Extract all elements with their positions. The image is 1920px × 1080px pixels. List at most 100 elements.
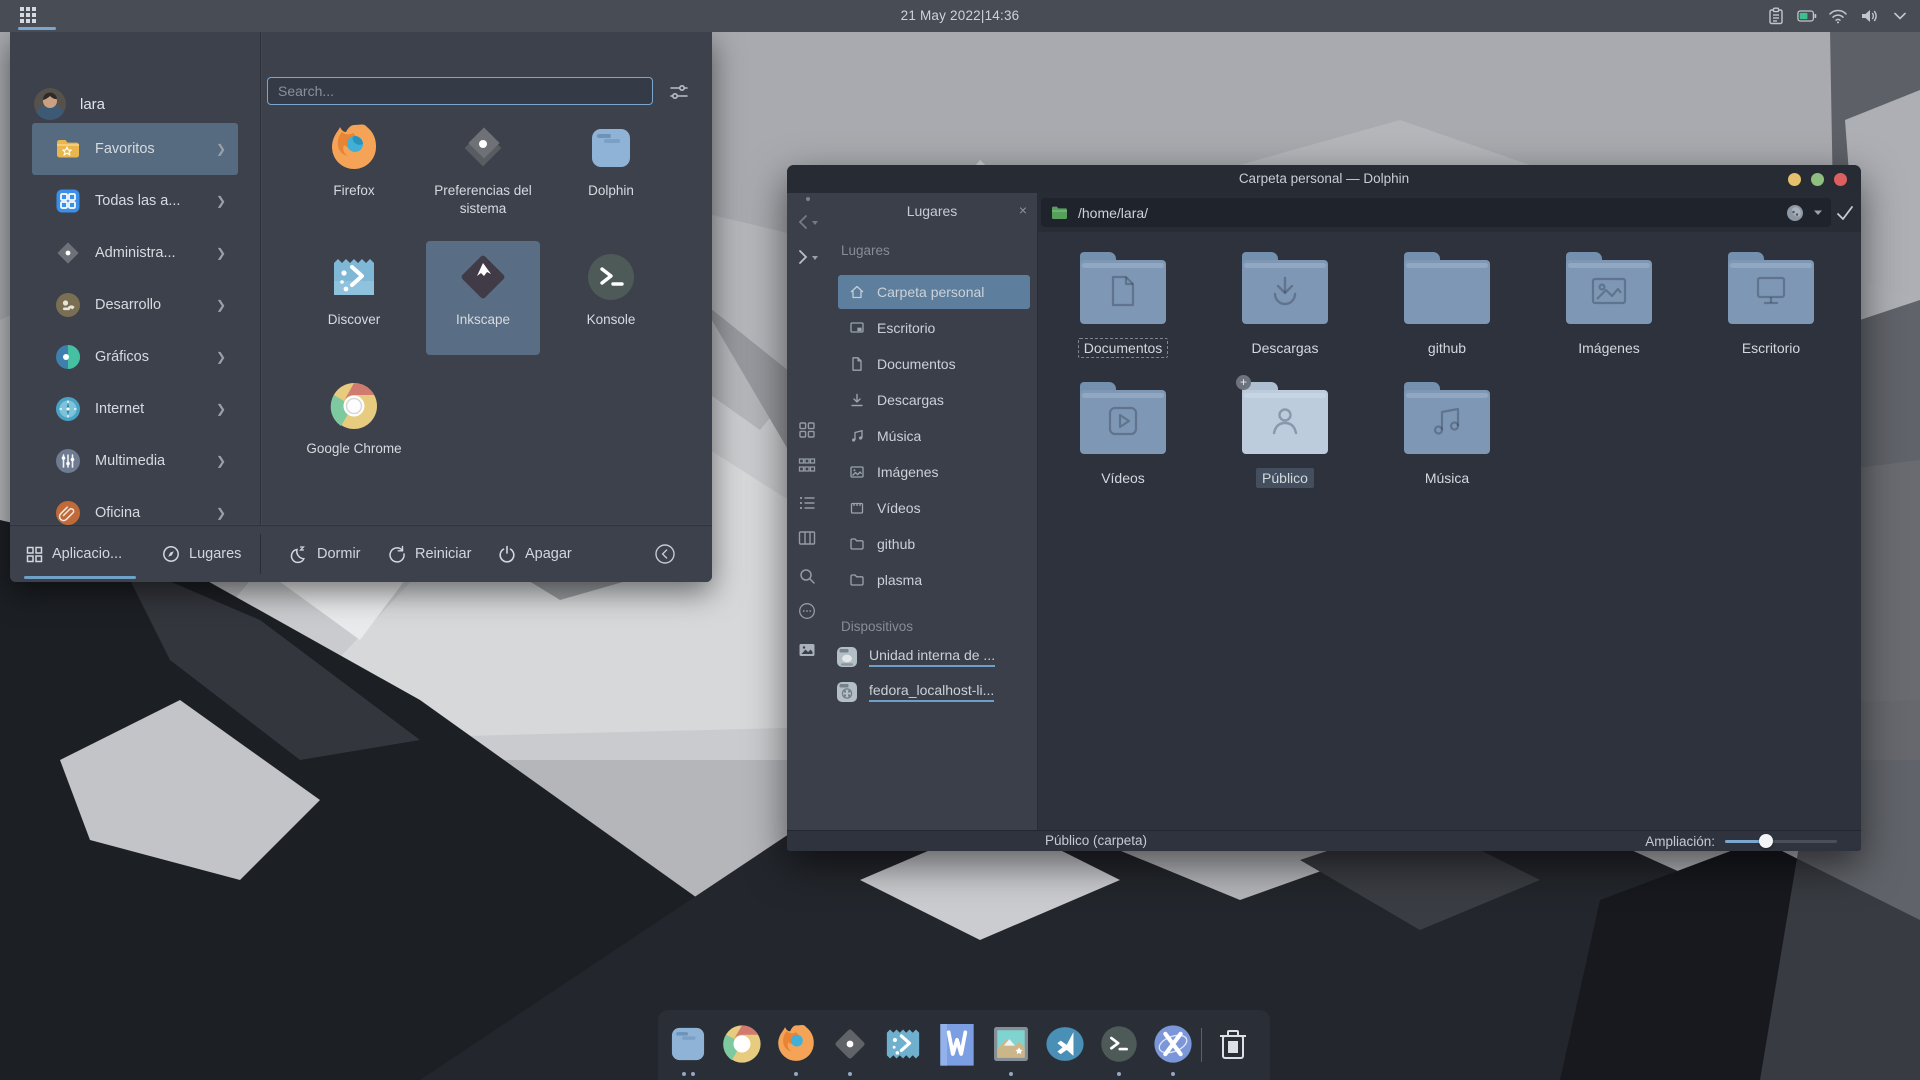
preview-icon[interactable]	[798, 641, 816, 659]
monitor-glyph-icon	[1751, 272, 1791, 310]
category-multimedia[interactable]: Multimedia ❯	[10, 435, 260, 487]
folder-musica[interactable]: Música	[1372, 382, 1522, 488]
volume-icon[interactable]	[1859, 6, 1879, 26]
app-google-chrome[interactable]: Google Chrome	[297, 370, 411, 484]
office-icon	[55, 500, 81, 526]
app-dolphin[interactable]: Dolphin	[554, 112, 668, 226]
place-descargas[interactable]: Descargas	[838, 383, 1030, 417]
dock-google-chrome[interactable]	[719, 1021, 765, 1067]
dock-konsole[interactable]	[1096, 1021, 1142, 1067]
location-bar[interactable]: /home/lara/	[1041, 198, 1831, 227]
maximize-button[interactable]	[1811, 173, 1824, 186]
close-panel-icon[interactable]: ×	[1019, 193, 1027, 229]
konsole-icon	[585, 251, 637, 303]
user-avatar[interactable]	[34, 88, 66, 120]
dolphin-icon	[585, 122, 637, 174]
category-internet[interactable]: Internet ❯	[10, 383, 260, 435]
wifi-icon[interactable]	[1828, 6, 1848, 26]
folder-icon	[849, 536, 865, 552]
running-indicator	[794, 1072, 798, 1076]
folder-videos[interactable]: Vídeos	[1048, 382, 1198, 488]
category-todas-las-aplicaciones[interactable]: Todas las a... ❯	[10, 175, 260, 227]
app-inkscape[interactable]: Inkscape	[426, 241, 540, 355]
accept-location-icon[interactable]	[1833, 201, 1857, 225]
category-graficos[interactable]: Gráficos ❯	[10, 331, 260, 383]
more-options-icon[interactable]	[798, 602, 816, 620]
running-indicator	[1117, 1072, 1121, 1076]
dock-dolphin[interactable]	[665, 1021, 711, 1067]
search-input[interactable]	[267, 77, 653, 105]
place-plasma[interactable]: plasma	[838, 563, 1030, 597]
app-preferencias-del-sistema[interactable]: Preferencias del sistema	[426, 112, 540, 226]
sleep-button[interactable]: Dormir	[288, 526, 361, 582]
chevron-right-icon: ❯	[216, 350, 226, 364]
restart-button[interactable]: Reiniciar	[388, 526, 471, 582]
category-administracion[interactable]: Administra... ❯	[10, 227, 260, 279]
dock-x11-app[interactable]	[1150, 1021, 1196, 1067]
dock-discover[interactable]	[880, 1021, 926, 1067]
category-favoritos[interactable]: Favoritos ❯	[10, 123, 260, 175]
tab-lugares[interactable]: Lugares	[162, 526, 241, 582]
select-toggle-badge[interactable]: +	[1236, 375, 1251, 390]
folder-documentos[interactable]: Documentos	[1048, 252, 1198, 358]
folder-escritorio[interactable]: Escritorio	[1696, 252, 1846, 358]
place-documentos[interactable]: Documentos	[838, 347, 1030, 381]
device-fedora-localhost[interactable]: fedora_localhost-li...	[835, 680, 994, 704]
app-konsole[interactable]: Konsole	[554, 241, 668, 355]
shutdown-button[interactable]: Apagar	[498, 526, 572, 582]
icons-view-icon[interactable]	[798, 421, 816, 439]
running-indicator	[848, 1072, 852, 1076]
minimize-button[interactable]	[1788, 173, 1801, 186]
close-button[interactable]	[1834, 173, 1847, 186]
place-imagenes[interactable]: Imágenes	[838, 455, 1030, 489]
split-view-icon[interactable]	[798, 529, 816, 547]
place-videos[interactable]: Vídeos	[838, 491, 1030, 525]
dock-writer[interactable]	[934, 1021, 980, 1067]
category-desarrollo[interactable]: Desarrollo ❯	[10, 279, 260, 331]
battery-icon[interactable]	[1797, 6, 1817, 26]
clipboard-icon[interactable]	[1766, 6, 1786, 26]
dock-trash[interactable]	[1210, 1021, 1256, 1067]
power-icon	[498, 545, 516, 563]
zoom-slider-thumb[interactable]	[1759, 834, 1773, 848]
zoom-slider[interactable]	[1725, 840, 1837, 843]
location-toolbar: /home/lara/	[1037, 193, 1861, 232]
place-musica[interactable]: Música	[838, 419, 1030, 453]
dock-system-settings[interactable]	[827, 1021, 873, 1067]
dock-vscodium[interactable]	[1042, 1021, 1088, 1067]
expand-tray-icon[interactable]	[1890, 6, 1910, 26]
sleep-moon-icon	[288, 545, 308, 564]
dock-separator	[1201, 1028, 1202, 1062]
app-firefox[interactable]: Firefox	[297, 112, 411, 226]
back-button[interactable]	[795, 213, 813, 231]
chrome-icon	[328, 380, 380, 432]
vertical-toolbar	[787, 193, 827, 830]
details-view-icon[interactable]	[798, 494, 816, 512]
panel-drag-handle[interactable]	[806, 197, 810, 201]
tab-aplicaciones[interactable]: Aplicacio...	[26, 526, 122, 582]
app-discover[interactable]: Discover	[297, 241, 411, 355]
dock-firefox[interactable]	[773, 1021, 819, 1067]
free-space-icon[interactable]	[1786, 204, 1804, 222]
hard-drive-icon	[835, 645, 859, 669]
image-glyph-icon	[1588, 273, 1630, 309]
configure-launcher-icon[interactable]	[668, 82, 690, 102]
folder-imagenes[interactable]: Imágenes	[1534, 252, 1684, 358]
device-unidad-interna[interactable]: Unidad interna de ...	[835, 645, 995, 669]
dock-image-viewer[interactable]	[988, 1021, 1034, 1067]
folder-github[interactable]: github	[1372, 252, 1522, 358]
dolphin-titlebar[interactable]: Carpeta personal — Dolphin	[787, 165, 1861, 193]
system-tray	[1766, 0, 1910, 32]
place-escritorio[interactable]: Escritorio	[838, 311, 1030, 345]
collapse-launcher-button[interactable]	[654, 526, 676, 582]
folder-view[interactable]: Documentos Descargas github	[1037, 232, 1861, 830]
folder-descargas[interactable]: Descargas	[1210, 252, 1360, 358]
digital-clock[interactable]: 21 May 2022|14:36	[0, 0, 1920, 32]
forward-button[interactable]	[795, 248, 813, 266]
place-carpeta-personal[interactable]: Carpeta personal	[838, 275, 1030, 309]
place-github[interactable]: github	[838, 527, 1030, 561]
search-icon[interactable]	[798, 567, 816, 585]
compact-view-icon[interactable]	[798, 456, 816, 474]
location-dropdown-icon[interactable]	[1813, 209, 1823, 216]
folder-publico[interactable]: + Público	[1210, 382, 1360, 488]
